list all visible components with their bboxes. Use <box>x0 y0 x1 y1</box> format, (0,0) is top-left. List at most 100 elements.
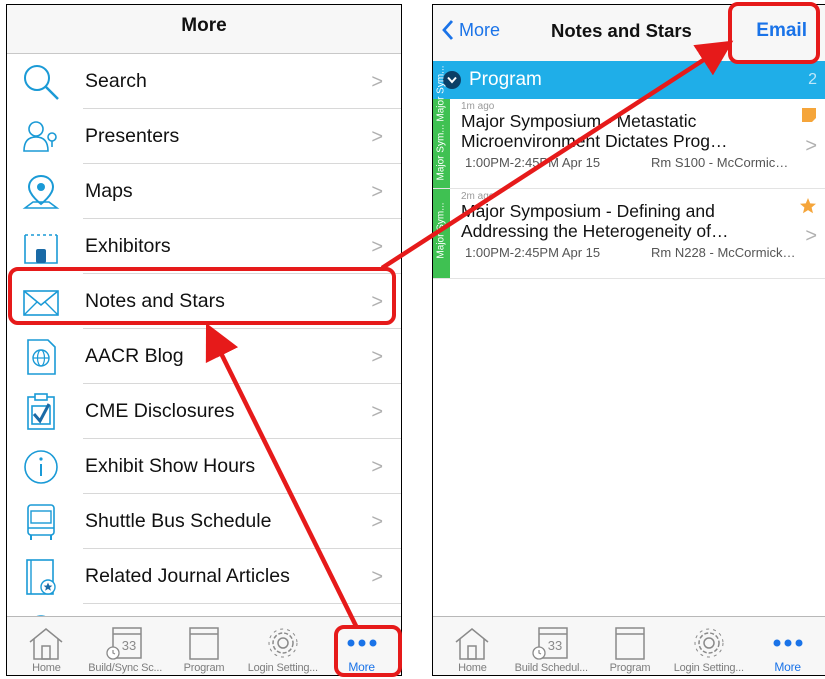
envelope-icon <box>19 280 63 324</box>
chevron-right-icon: > <box>371 456 383 478</box>
chevron-right-icon: > <box>805 135 817 157</box>
clipboard-check-icon <box>19 390 63 434</box>
chevron-right-icon: > <box>371 511 383 533</box>
gear-icon <box>689 624 729 662</box>
menu-item-notes-and-stars[interactable]: Notes and Stars > <box>7 274 401 329</box>
tab-bar: Home 33 Build Schedul... Program Login S… <box>433 616 825 675</box>
menu-label: Presenters <box>85 125 180 147</box>
more-icon <box>342 622 382 660</box>
session-row[interactable]: Major Sym... Major Sym... 1m ago Major S… <box>433 65 825 189</box>
presenters-icon <box>19 115 63 159</box>
menu-label: Exhibit Show Hours <box>85 455 256 477</box>
nav-bar: More Notes and Stars Email <box>433 5 825 61</box>
home-icon <box>452 624 492 662</box>
back-label: More <box>459 19 501 40</box>
chevron-right-icon: > <box>371 566 383 588</box>
program-icon <box>184 624 224 662</box>
section-name: Program <box>469 69 542 90</box>
section-header-program[interactable]: Program 2 <box>433 61 825 99</box>
chevron-right-icon: > <box>371 126 383 148</box>
menu-item-maps[interactable]: Maps > <box>7 164 401 219</box>
home-icon <box>26 624 66 662</box>
session-row[interactable]: Major Sym... 2m ago Major Symposium - De… <box>433 189 825 279</box>
calendar-day-text: 33 <box>122 638 136 653</box>
chevron-right-icon: > <box>371 401 383 423</box>
tab-program[interactable]: Program <box>591 617 670 675</box>
gear-icon <box>263 624 303 662</box>
tab-home[interactable]: Home <box>7 617 86 675</box>
tab-label: Build/Sync Sc... <box>88 662 163 674</box>
chevron-right-icon: > <box>371 71 383 93</box>
info-icon <box>19 445 63 489</box>
tab-bar: Home 33 Build/Sync Sc... Program Login S… <box>7 616 401 675</box>
menu-item-exhibitors[interactable]: Exhibitors > <box>7 219 401 274</box>
tab-label: Home <box>32 662 61 674</box>
note-icon <box>801 107 817 128</box>
track-strip-label: Major Sym... Major Sym... <box>435 65 447 181</box>
chevron-right-icon: > <box>371 346 383 368</box>
menu-item-exhibit-show-hours[interactable]: Exhibit Show Hours > <box>7 439 401 494</box>
chevron-right-icon: > <box>371 181 383 203</box>
chevron-left-icon <box>442 20 454 40</box>
tab-label: Build Schedul... <box>514 662 588 674</box>
left-screen: More Search > Presenters > Maps > Exhibi… <box>6 4 402 676</box>
session-time: 1:00PM-2:45PM Apr 15 <box>465 155 601 170</box>
tab-label: More <box>348 660 375 674</box>
menu-label: Maps <box>85 180 133 202</box>
menu-label: Notes and Stars <box>85 290 225 312</box>
calendar-day-text: 33 <box>548 638 562 653</box>
menu-item-search[interactable]: Search > <box>7 54 401 109</box>
menu-item-cme-disclosures[interactable]: CME Disclosures > <box>7 384 401 439</box>
tab-home[interactable]: Home <box>433 617 512 675</box>
menu-item-aacr-blog[interactable]: AACR Blog > <box>7 329 401 384</box>
menu-label: Search <box>85 70 147 92</box>
session-room: Rm N228 - McCormick… <box>651 245 796 260</box>
nav-title: More <box>7 5 401 54</box>
tab-build-sync[interactable]: 33 Build/Sync Sc... <box>86 617 165 675</box>
session-title: Major Symposium - Metastatic Microenviro… <box>461 111 728 151</box>
menu-label: Related Journal Articles <box>85 565 290 587</box>
tab-label: Home <box>458 662 487 674</box>
more-icon <box>768 622 808 660</box>
tab-label: Login Setting... <box>673 662 744 674</box>
bus-icon <box>19 500 63 544</box>
track-strip: Major Sym... <box>433 189 450 278</box>
calendar-icon: 33 <box>531 624 571 662</box>
map-pin-icon <box>19 170 63 214</box>
journal-icon <box>19 555 63 599</box>
menu-label: AACR Blog <box>85 345 184 367</box>
tab-more[interactable]: More <box>748 617 825 675</box>
chevron-right-icon: > <box>371 291 383 313</box>
session-title: Major Symposium - Defining and Addressin… <box>461 201 729 241</box>
program-icon <box>610 624 650 662</box>
track-strip-label: Major Sym... <box>435 202 447 259</box>
tab-more[interactable]: More <box>322 617 401 675</box>
right-screen: More Notes and Stars Email Program 2 Maj… <box>432 4 825 676</box>
tab-build-schedule[interactable]: 33 Build Schedul... <box>512 617 591 675</box>
menu-label: CME Disclosures <box>85 400 235 422</box>
chevron-right-icon: > <box>805 225 817 247</box>
session-time: 1:00PM-2:45PM Apr 15 <box>465 245 601 260</box>
star-icon <box>799 197 817 220</box>
calendar-icon: 33 <box>105 624 145 662</box>
menu-label: Exhibitors <box>85 235 171 257</box>
session-room: Rm S100 - McCormic… <box>651 155 789 170</box>
section-count: 2 <box>808 71 817 88</box>
tab-label: More <box>774 660 801 674</box>
back-button[interactable]: More <box>441 19 500 41</box>
page-title: Notes and Stars <box>551 20 692 41</box>
blog-icon <box>19 335 63 379</box>
tab-label: Program <box>609 662 651 674</box>
menu-item-shuttle-bus-schedule[interactable]: Shuttle Bus Schedule > <box>7 494 401 549</box>
search-icon <box>19 60 63 104</box>
tab-label: Program <box>183 662 225 674</box>
tab-login-settings[interactable]: Login Setting... <box>669 617 748 675</box>
menu-label: Shuttle Bus Schedule <box>85 510 272 532</box>
track-strip: Major Sym... Major Sym... <box>433 65 450 188</box>
tab-login-settings[interactable]: Login Setting... <box>243 617 322 675</box>
tab-program[interactable]: Program <box>165 617 244 675</box>
menu-item-related-journal-articles[interactable]: Related Journal Articles > <box>7 549 401 604</box>
email-button[interactable]: Email <box>756 20 807 42</box>
tab-label: Login Setting... <box>247 662 318 674</box>
menu-item-presenters[interactable]: Presenters > <box>7 109 401 164</box>
